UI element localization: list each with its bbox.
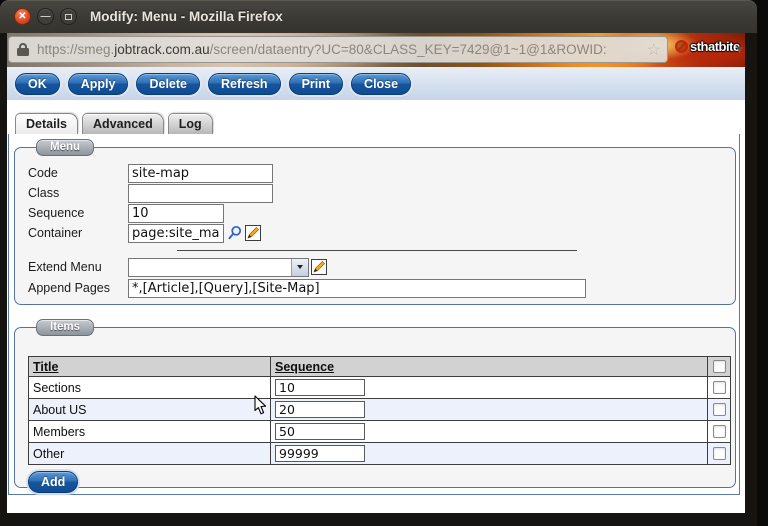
append-pages-row: Append Pages: [15, 278, 735, 298]
edit-pencil-icon[interactable]: [311, 259, 327, 275]
add-button[interactable]: Add: [28, 471, 78, 493]
item-title-cell: About US: [29, 399, 271, 421]
minimize-window-icon[interactable]: —: [37, 8, 54, 25]
window-title: Modify: Menu - Mozilla Firefox: [90, 9, 283, 24]
title-bar: ✕ — Modify: Menu - Mozilla Firefox: [0, 0, 757, 33]
form-toolbar: OK Apply Delete Refresh Print Close: [7, 67, 745, 100]
apply-button[interactable]: Apply: [68, 73, 129, 95]
extend-menu-label: Extend Menu: [28, 260, 128, 274]
items-legend: Items: [36, 319, 94, 336]
persona-logo: sthatbite: [675, 39, 740, 54]
tab-details[interactable]: Details: [15, 113, 78, 134]
table-row: Sections: [29, 377, 731, 399]
maximize-window-icon[interactable]: [60, 8, 77, 25]
extend-menu-select[interactable]: [128, 258, 309, 277]
table-row: Members: [29, 421, 731, 443]
item-title-cell: Sections: [29, 377, 271, 399]
container-input[interactable]: [128, 224, 224, 243]
row-select-checkbox[interactable]: [713, 381, 726, 394]
ok-button[interactable]: OK: [15, 73, 60, 95]
items-header-row: Title Sequence: [29, 357, 731, 377]
close-window-icon[interactable]: ✕: [14, 8, 31, 25]
select-dropdown-icon[interactable]: [291, 259, 308, 276]
sequence-column-header[interactable]: Sequence: [271, 357, 708, 377]
container-row: Container: [15, 223, 735, 243]
title-column-header[interactable]: Title: [29, 357, 271, 377]
url-dropdown-icon[interactable]: ▾: [736, 42, 742, 55]
print-button[interactable]: Print: [289, 73, 343, 95]
lookup-magnifier-icon[interactable]: [227, 225, 243, 241]
select-all-checkbox[interactable]: [713, 360, 726, 373]
code-input[interactable]: [128, 164, 273, 183]
menu-fieldset: Menu Code Class Sequence Container: [14, 147, 736, 305]
items-fieldset: Items Title Sequence Sections About US: [14, 327, 736, 488]
items-table: Title Sequence Sections About US Members: [28, 356, 731, 465]
item-sequence-input[interactable]: [275, 401, 365, 418]
item-sequence-input[interactable]: [275, 445, 365, 462]
row-select-checkbox[interactable]: [713, 447, 726, 460]
url-domain: jobtrack.com.au: [114, 42, 209, 57]
refresh-button[interactable]: Refresh: [208, 73, 281, 95]
class-row: Class: [15, 183, 735, 203]
extend-menu-row: Extend Menu: [15, 257, 735, 277]
append-pages-label: Append Pages: [28, 281, 128, 295]
tab-log[interactable]: Log: [168, 113, 213, 134]
page-content: Details Advanced Log Menu Code Class Seq…: [7, 100, 745, 513]
tab-advanced[interactable]: Advanced: [82, 113, 164, 134]
class-input[interactable]: [128, 184, 273, 203]
code-row: Code: [15, 163, 735, 183]
code-label: Code: [28, 166, 128, 180]
lock-icon: [17, 43, 29, 56]
sequence-label: Sequence: [28, 206, 128, 220]
bookmark-star-icon[interactable]: ☆: [647, 40, 661, 60]
table-row: Other: [29, 443, 731, 465]
row-select-checkbox[interactable]: [713, 403, 726, 416]
maximize-glyph: [65, 14, 72, 20]
table-row: About US: [29, 399, 731, 421]
item-sequence-input[interactable]: [275, 423, 365, 440]
browser-window: ✕ — Modify: Menu - Mozilla Firefox you a…: [0, 0, 757, 526]
persona-theme-strip: you are here https://smeg.jobtrack.com.a…: [7, 33, 745, 67]
sequence-row: Sequence: [15, 203, 735, 223]
delete-button[interactable]: Delete: [136, 73, 200, 95]
item-title-cell: Members: [29, 421, 271, 443]
sequence-input[interactable]: [128, 204, 224, 223]
append-pages-input[interactable]: [128, 279, 586, 298]
item-sequence-input[interactable]: [275, 379, 365, 396]
url-scheme: https://smeg.: [37, 42, 114, 57]
menu-legend: Menu: [36, 139, 94, 156]
url-bar[interactable]: https://smeg.jobtrack.com.au/screen/data…: [8, 36, 668, 63]
edit-pencil-icon[interactable]: [245, 225, 261, 241]
no-spider-icon: [675, 40, 688, 53]
close-button[interactable]: Close: [351, 73, 411, 95]
url-path: /screen/dataentry?UC=80&CLASS_KEY=7429@1…: [210, 42, 607, 57]
row-select-checkbox[interactable]: [713, 425, 726, 438]
window-controls: ✕ —: [14, 8, 77, 25]
container-label: Container: [28, 226, 128, 240]
tab-bar: Details Advanced Log: [15, 113, 213, 134]
url-text: https://smeg.jobtrack.com.au/screen/data…: [37, 42, 607, 57]
persona-logo-text: sthatbite: [690, 39, 740, 54]
section-divider: [177, 250, 577, 251]
class-label: Class: [28, 186, 128, 200]
item-title-cell: Other: [29, 443, 271, 465]
